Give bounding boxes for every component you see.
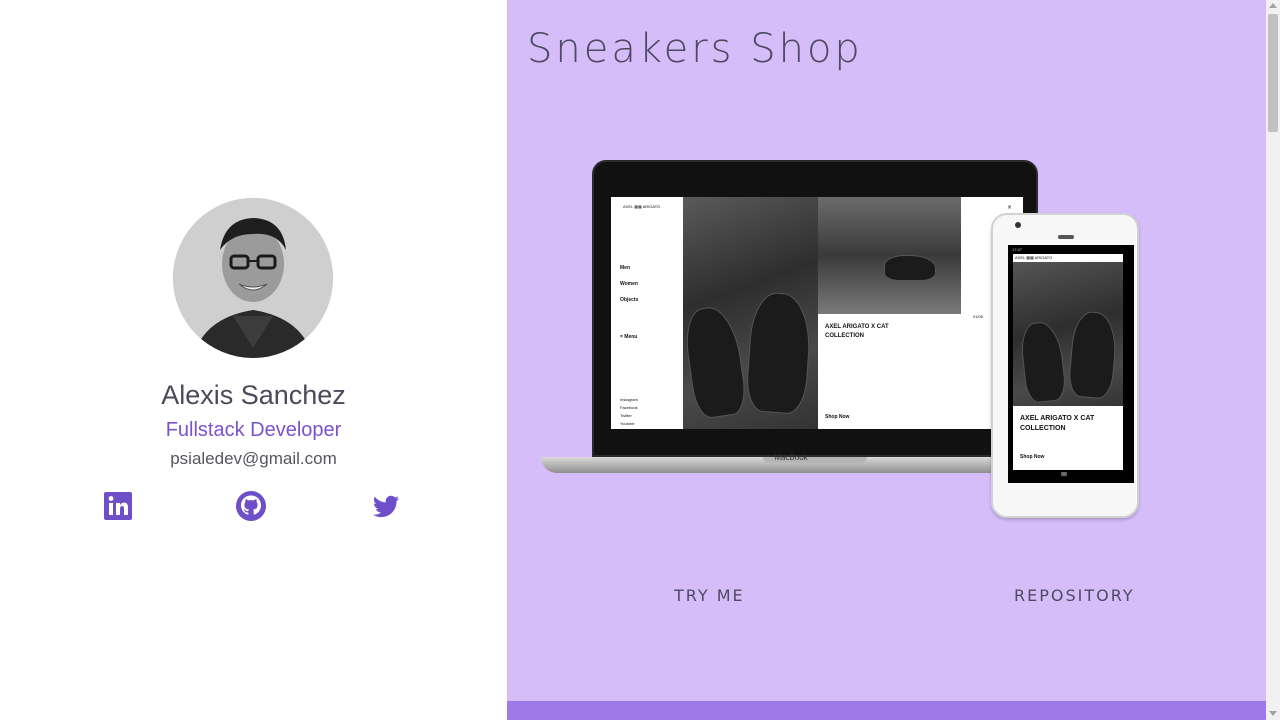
mockup-social-instagram: Instagram xyxy=(620,397,638,402)
mockup-nav-women: Women xyxy=(620,281,638,287)
laptop-screen: AXEL ▦▦ ARIGATO Men Women Objects = Menu… xyxy=(611,197,1023,429)
phone-status: 17:47 xyxy=(1012,247,1023,252)
phone-shop-now: Shop Now xyxy=(1020,454,1045,460)
mockup-nav-men: Men xyxy=(620,265,630,271)
scroll-thumb[interactable] xyxy=(1268,14,1278,132)
repository-button[interactable]: REPOSITORY xyxy=(1014,586,1135,605)
mockup-boot-photo xyxy=(818,197,961,314)
project-panel: Sneakers Shop AXEL ▦▦ ARIGATO Men Women … xyxy=(507,0,1266,701)
phone-heading: AXEL ARIGATO X CAT COLLECTION xyxy=(1020,415,1095,432)
mockup-shoe-photo xyxy=(681,197,818,429)
linkedin-icon xyxy=(104,492,132,520)
phone-shoe-photo xyxy=(1013,262,1123,406)
mockup-menu: = Menu xyxy=(620,334,638,340)
mockup-sidebar: AXEL ▦▦ ARIGATO Men Women Objects = Menu… xyxy=(611,197,683,429)
profile-name: Alexis Sanchez xyxy=(161,380,346,410)
page-scrollbar[interactable] xyxy=(1266,0,1280,720)
twitter-icon xyxy=(373,495,399,518)
profile-email[interactable]: psialedev@gmail.com xyxy=(0,449,507,469)
phone-mockup: 17:47 AXEL ▦▦ ARIGATO AXEL ARIGATO X CAT… xyxy=(991,213,1139,518)
scroll-up-arrow-icon[interactable] xyxy=(1269,3,1277,8)
avatar xyxy=(173,198,333,358)
mockup-close-icon: × xyxy=(1007,204,1013,211)
github-icon xyxy=(236,491,266,521)
project-title: Sneakers Shop xyxy=(527,26,863,72)
mockup-social-youtube: Youtube xyxy=(620,421,635,426)
phone-home-button xyxy=(1061,472,1067,476)
laptop-lid: AXEL ▦▦ ARIGATO Men Women Objects = Menu… xyxy=(592,160,1038,457)
scroll-down-arrow-icon[interactable] xyxy=(1269,711,1277,716)
mockup-social-twitter: Twitter xyxy=(620,413,632,418)
phone-card: AXEL ARIGATO X CAT COLLECTION Shop Now xyxy=(1013,406,1123,470)
phone-camera xyxy=(1015,222,1021,228)
mockup-social-facebook: Facebook xyxy=(620,405,638,410)
project-footer-strip xyxy=(507,701,1266,720)
mockup-shop-now: Shop Now xyxy=(825,414,850,420)
profile-photo-icon xyxy=(173,198,333,358)
profile-sidebar: Alexis Sanchez Fullstack Developer psial… xyxy=(0,0,507,720)
phone-speaker xyxy=(1058,235,1074,239)
laptop-mockup: AXEL ▦▦ ARIGATO Men Women Objects = Menu… xyxy=(541,160,1041,478)
twitter-link[interactable] xyxy=(370,490,402,522)
phone-screen: 17:47 AXEL ▦▦ ARIGATO AXEL ARIGATO X CAT… xyxy=(1008,245,1134,483)
phone-logo: AXEL ▦▦ ARIGATO xyxy=(1015,255,1053,260)
mockup-counter: 01/05 xyxy=(973,314,984,319)
linkedin-link[interactable] xyxy=(102,490,134,522)
phone-header: AXEL ▦▦ ARIGATO xyxy=(1013,254,1123,262)
profile-role: Fullstack Developer xyxy=(165,419,342,441)
laptop-brand: MacBook xyxy=(774,453,808,462)
github-link[interactable] xyxy=(235,490,267,522)
try-me-button[interactable]: TRY ME xyxy=(674,586,745,605)
mockup-heading: AXEL ARIGATO X CAT COLLECTION xyxy=(825,324,889,339)
mockup-logo: AXEL ▦▦ ARIGATO xyxy=(623,204,661,209)
mockup-nav-objects: Objects xyxy=(620,297,639,303)
